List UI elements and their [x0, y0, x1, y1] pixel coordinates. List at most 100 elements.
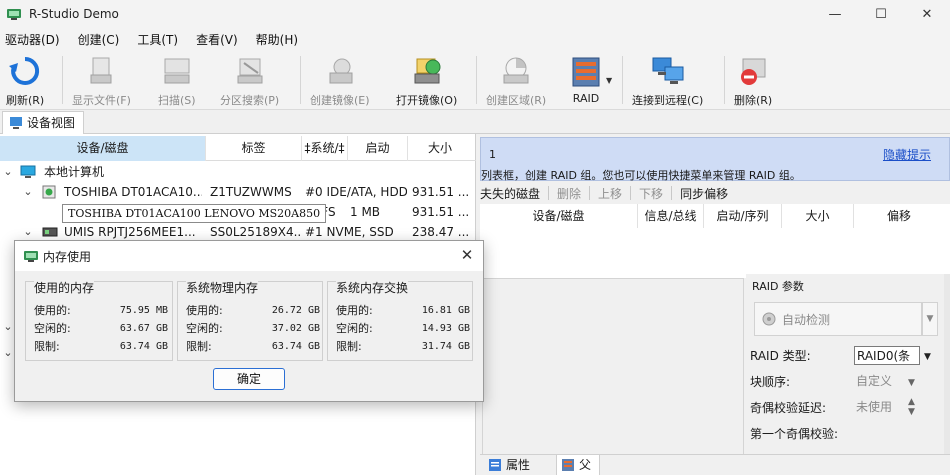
header-start-seq[interactable]: 启动/序列 [704, 204, 782, 228]
expand-arrow-icon[interactable]: ⌄ [22, 222, 34, 242]
tree-row-local-computer[interactable]: ⌄ 本地计算机 [0, 162, 476, 182]
header-start[interactable]: 启动 [348, 136, 408, 161]
raid-toolbar: 夫失的磁盘 删除 上移 下移 同步偏移 [480, 182, 950, 204]
chevron-down-icon[interactable]: ▼ [908, 373, 915, 393]
app-icon [24, 251, 38, 262]
title-bar: R-Studio Demo — ☐ ✕ [0, 0, 950, 28]
menu-drives[interactable]: 驱动器(D) [0, 31, 66, 48]
refresh-icon [9, 56, 40, 85]
header-offset[interactable]: 偏移 [854, 204, 944, 228]
tab-properties[interactable]: 属性 [484, 455, 544, 475]
create-region-icon [503, 57, 529, 84]
group-row: 空闲的: 63.67 GB [34, 322, 168, 335]
sync-offset-button[interactable]: 同步偏移 [672, 185, 736, 202]
group-row: 限制: 31.74 GB [336, 340, 470, 353]
group-row: 空闲的: 14.93 GB [336, 322, 470, 335]
header-raid-device[interactable]: 设备/磁盘 [480, 204, 638, 228]
table-row[interactable]: ⌄ UMIS RPJTJ256MEE1... SS0L25189X4... #1… [0, 222, 476, 242]
partition-search-icon [237, 58, 263, 84]
show-files-icon [90, 57, 112, 84]
refresh-button[interactable]: 刷新(R) [6, 55, 44, 109]
tab-parent[interactable]: 父 [556, 455, 600, 475]
network-computers-icon [652, 57, 684, 84]
device-tooltip: TOSHIBA DT01ACA100 LENOVO MS20A850 [62, 204, 327, 223]
scan-button[interactable]: 扫描(S) [158, 55, 196, 109]
raid-preview-area [482, 278, 744, 456]
raid-type-row: RAID 类型: RAID0(条 ▼ [750, 346, 946, 366]
system-physical-memory-group: 系统物理内存 使用的: 26.72 GB 空闲的: 37.02 GB 限制: 63.7… [177, 281, 323, 361]
auto-detect-icon [762, 312, 776, 326]
first-parity-row: 第一个奇偶校验: [750, 427, 839, 440]
delete-button[interactable]: 删除(R) [734, 55, 772, 109]
device-table-header: 设备/磁盘 标签 ‡系统/‡ 启动 大小 [0, 136, 476, 161]
system-swap-memory-group: 系统内存交换 使用的: 16.81 GB 空闲的: 14.93 GB 限制: 31.7… [327, 281, 473, 361]
raid-params-title: RAID 参数 [752, 280, 804, 293]
move-down-button[interactable]: 下移 [631, 185, 671, 202]
expand-arrow-icon[interactable]: ⌄ [2, 162, 14, 182]
hide-hint-link[interactable]: 隐藏提示 [883, 146, 931, 163]
raid-type-select[interactable]: RAID0(条 [854, 346, 920, 365]
move-up-button[interactable]: 上移 [590, 185, 630, 202]
toolbar-separator [622, 56, 623, 104]
group-row: 使用的: 75.95 MB [34, 304, 168, 317]
computer-icon [20, 165, 36, 178]
menu-help[interactable]: 帮助(H) [250, 31, 304, 48]
raid-button[interactable]: RAID [568, 55, 604, 109]
scan-icon [164, 58, 190, 84]
menu-create[interactable]: 创建(C) [72, 31, 126, 48]
missing-disk-button[interactable]: 夫失的磁盘 [480, 185, 548, 202]
group-row: 空闲的: 37.02 GB [186, 322, 320, 335]
raid-panel: 1 列表框，创建 RAID 组。您也可以使用快捷菜单来管理 RAID 组。 隐藏… [480, 134, 950, 475]
expand-arrow-icon[interactable]: ⌄ [2, 320, 14, 333]
auto-detect-button[interactable]: 自动检测 [754, 302, 922, 336]
header-label[interactable]: 标签 [206, 136, 302, 161]
spin-button-icon[interactable]: ▲ ▼ [908, 397, 915, 417]
expand-arrow-icon[interactable]: ⌄ [22, 182, 34, 202]
hard-disk-icon [42, 185, 56, 199]
properties-icon [489, 459, 501, 471]
group-row: 使用的: 26.72 GB [186, 304, 320, 317]
ok-button[interactable]: 确定 [213, 368, 285, 390]
group-row: 限制: 63.74 GB [34, 340, 168, 353]
hint-number: 1 [489, 148, 496, 161]
hint-bar: 1 列表框，创建 RAID 组。您也可以使用快捷菜单来管理 RAID 组。 隐藏… [480, 137, 950, 182]
dialog-close-icon[interactable]: ✕ [457, 245, 477, 265]
chevron-down-icon[interactable]: ▼ [924, 347, 931, 367]
raid-delete-button[interactable]: 删除 [549, 185, 589, 202]
connect-remote-button[interactable]: 连接到远程(C) [632, 55, 703, 109]
minimize-button[interactable]: — [812, 0, 858, 28]
bottom-tabstrip: 属性 父 [480, 454, 950, 475]
parity-delay-row: 奇偶校验延迟: 未使用 ▲ ▼ [750, 397, 946, 418]
partition-search-button[interactable]: 分区搜索(P) [220, 55, 279, 109]
create-image-button[interactable]: 创建镜像(E) [310, 55, 370, 109]
menu-view[interactable]: 查看(V) [190, 31, 244, 48]
header-raid-size[interactable]: 大小 [782, 204, 854, 228]
tab-device-view[interactable]: 设备视图 [2, 111, 85, 134]
ssd-icon [42, 227, 58, 237]
device-view-icon [10, 117, 22, 129]
header-filesystem[interactable]: ‡系统/‡ [302, 136, 348, 161]
block-order-row: 块顺序: 自定义 ▼ [750, 372, 946, 392]
menu-tools[interactable]: 工具(T) [131, 31, 184, 48]
table-row[interactable]: ⌄ TOSHIBA DT01ACA10... Z1TUZWWMS #0 IDE/… [0, 182, 476, 202]
open-image-icon [414, 58, 441, 84]
auto-detect-dropdown-icon[interactable]: ▼ [922, 302, 938, 336]
raid-disk-list[interactable]: 设备/磁盘 信息/总线 启动/序列 大小 偏移 [480, 204, 950, 278]
maximize-button[interactable]: ☐ [858, 0, 904, 28]
close-button[interactable]: ✕ [904, 0, 950, 28]
main-toolbar: 刷新(R) 显示文件(F) 扫描(S) 分区搜索(P) 创建镜像(E) 打开镜像… [0, 50, 950, 110]
header-device[interactable]: 设备/磁盘 [0, 136, 206, 161]
toolbar-separator [62, 56, 63, 104]
header-size[interactable]: 大小 [408, 136, 472, 161]
raid-params-panel: RAID 参数 自动检测 ▼ RAID 类型: RAID0(条 ▼ 块顺序: 自… [746, 274, 950, 456]
create-region-button[interactable]: 创建区域(R) [486, 55, 546, 109]
raid-params-scrollbar[interactable] [944, 274, 950, 456]
window-title: R-Studio Demo [29, 7, 119, 21]
show-files-button[interactable]: 显示文件(F) [72, 55, 131, 109]
raid-dropdown-arrow[interactable]: ▼ [606, 76, 612, 85]
header-info-bus[interactable]: 信息/总线 [638, 204, 704, 228]
dialog-title-bar: 内存使用 ✕ [15, 241, 483, 271]
toolbar-separator [724, 56, 725, 104]
open-image-button[interactable]: 打开镜像(O) [396, 55, 457, 109]
expand-arrow-icon[interactable]: ⌄ [2, 346, 14, 359]
